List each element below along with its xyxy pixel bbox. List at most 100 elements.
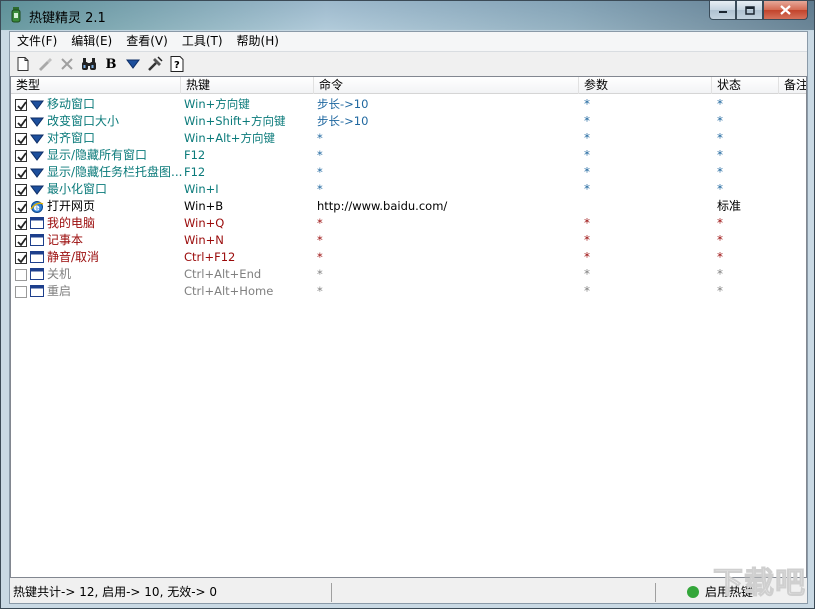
title-bar[interactable]: 热键精灵 2.1 — [1, 1, 814, 30]
enable-checkbox[interactable] — [15, 286, 27, 298]
table-row[interactable]: 显示/隐藏任务栏托盘图... F12 * * * — [11, 164, 806, 181]
new-button[interactable] — [12, 54, 34, 74]
minimize-button[interactable] — [709, 1, 736, 20]
find-icon — [82, 58, 96, 70]
table-row[interactable]: 我的电脑 Win+Q * * * — [11, 215, 806, 232]
row-hotkey: Win+N — [184, 233, 224, 247]
menu-file[interactable]: 文件(F) — [10, 32, 64, 52]
svg-text:?: ? — [174, 60, 180, 71]
row-command: 步长->10 — [317, 114, 369, 128]
enable-checkbox[interactable] — [15, 269, 27, 281]
enable-checkbox[interactable] — [15, 150, 27, 162]
enable-checkbox[interactable] — [15, 201, 27, 213]
row-param: * — [584, 267, 590, 281]
menu-help[interactable]: 帮助(H) — [230, 32, 286, 52]
column-header-type[interactable]: 类型 — [11, 77, 181, 94]
enable-checkbox[interactable] — [15, 99, 27, 111]
table-row[interactable]: 对齐窗口 Win+Alt+方向键 * * * — [11, 130, 806, 147]
row-command: * — [317, 267, 323, 281]
table-row[interactable]: 关机 Ctrl+Alt+End * * * — [11, 266, 806, 283]
row-type-name: 静音/取消 — [47, 250, 100, 264]
hotkey-list[interactable]: 类型 热键 命令 参数 状态 备注 移动窗口 Win+方向键 步长->10 * * 改变窗… — [10, 76, 807, 578]
edit-button[interactable] — [34, 54, 56, 74]
toolbar: B ? — [10, 53, 807, 75]
row-param: * — [584, 284, 590, 298]
window-icon — [30, 268, 44, 281]
row-status: * — [717, 131, 723, 145]
row-hotkey: Ctrl+Alt+End — [184, 267, 262, 281]
column-header-param[interactable]: 参数 — [579, 77, 712, 94]
row-status: * — [717, 267, 723, 281]
help-button[interactable]: ? — [166, 54, 188, 74]
find-button[interactable] — [78, 54, 100, 74]
row-hotkey: Ctrl+Alt+Home — [184, 284, 274, 298]
window-title: 热键精灵 2.1 — [29, 11, 106, 26]
row-type-name: 最小化窗口 — [47, 182, 108, 196]
column-header-command[interactable]: 命令 — [314, 77, 579, 94]
row-command: * — [317, 250, 323, 264]
close-button[interactable] — [763, 1, 808, 20]
row-status: * — [717, 148, 723, 162]
row-type-name: 记事本 — [47, 233, 84, 247]
row-param: * — [584, 182, 590, 196]
menu-tools[interactable]: 工具(T) — [175, 32, 230, 52]
row-type-name: 对齐窗口 — [47, 131, 96, 145]
enable-checkbox[interactable] — [15, 218, 27, 230]
menu-view[interactable]: 查看(V) — [119, 32, 175, 52]
enable-checkbox[interactable] — [15, 235, 27, 247]
row-status: * — [717, 233, 723, 247]
tools-button[interactable] — [144, 54, 166, 74]
checkmark-icon — [17, 254, 27, 264]
enable-checkbox[interactable] — [15, 252, 27, 264]
tools-icon — [148, 56, 163, 71]
row-hotkey: Win+B — [184, 199, 224, 213]
row-hotkey: Ctrl+F12 — [184, 250, 236, 264]
row-command: * — [317, 148, 323, 162]
table-row[interactable]: 改变窗口大小 Win+Shift+方向键 步长->10 * * — [11, 113, 806, 130]
row-command: * — [317, 165, 323, 179]
row-command: * — [317, 216, 323, 230]
table-row[interactable]: 静音/取消 Ctrl+F12 * * * — [11, 249, 806, 266]
row-command: http://www.baidu.com/ — [317, 199, 448, 213]
move-down-button[interactable] — [122, 54, 144, 74]
delete-icon — [61, 58, 73, 70]
checkmark-icon — [17, 169, 27, 179]
menu-edit[interactable]: 编辑(E) — [64, 32, 119, 52]
window-controls — [709, 1, 808, 21]
status-summary: 热键共计-> 12, 启用-> 10, 无效-> 0 — [10, 583, 332, 602]
row-param: * — [584, 148, 590, 162]
row-status: * — [717, 114, 723, 128]
table-row[interactable]: 最小化窗口 Win+I * * * — [11, 181, 806, 198]
table-row[interactable]: 移动窗口 Win+方向键 步长->10 * * — [11, 96, 806, 113]
table-row[interactable]: 记事本 Win+N * * * — [11, 232, 806, 249]
row-command: 步长->10 — [317, 97, 369, 111]
column-header-hotkey[interactable]: 热键 — [181, 77, 314, 94]
window-icon — [30, 234, 44, 247]
maximize-button[interactable] — [736, 1, 763, 20]
window-icon — [30, 285, 44, 298]
column-header-note[interactable]: 备注 — [779, 77, 806, 94]
app-icon — [11, 7, 21, 23]
window-icon — [30, 251, 44, 264]
row-status: * — [717, 250, 723, 264]
bold-button[interactable]: B — [100, 54, 122, 74]
arrow-down-icon — [30, 132, 44, 145]
row-param: * — [584, 233, 590, 247]
table-row[interactable]: 重启 Ctrl+Alt+Home * * * — [11, 283, 806, 300]
enable-checkbox[interactable] — [15, 167, 27, 179]
arrow-down-icon — [30, 166, 44, 179]
menu-bar: 文件(F) 编辑(E) 查看(V) 工具(T) 帮助(H) — [10, 32, 807, 52]
table-row[interactable]: 显示/隐藏所有窗口 F12 * * * — [11, 147, 806, 164]
ie-icon: e — [30, 200, 44, 214]
delete-button[interactable] — [56, 54, 78, 74]
enable-checkbox[interactable] — [15, 133, 27, 145]
row-hotkey: Win+Q — [184, 216, 225, 230]
enable-checkbox[interactable] — [15, 184, 27, 196]
table-row[interactable]: e 打开网页 Win+B http://www.baidu.com/标准 — [11, 198, 806, 215]
title-bar-background — [1, 1, 814, 30]
column-header-status[interactable]: 状态 — [712, 77, 779, 94]
row-status: * — [717, 182, 723, 196]
enable-checkbox[interactable] — [15, 116, 27, 128]
row-type-name: 我的电脑 — [47, 216, 96, 230]
row-param: * — [584, 97, 590, 111]
